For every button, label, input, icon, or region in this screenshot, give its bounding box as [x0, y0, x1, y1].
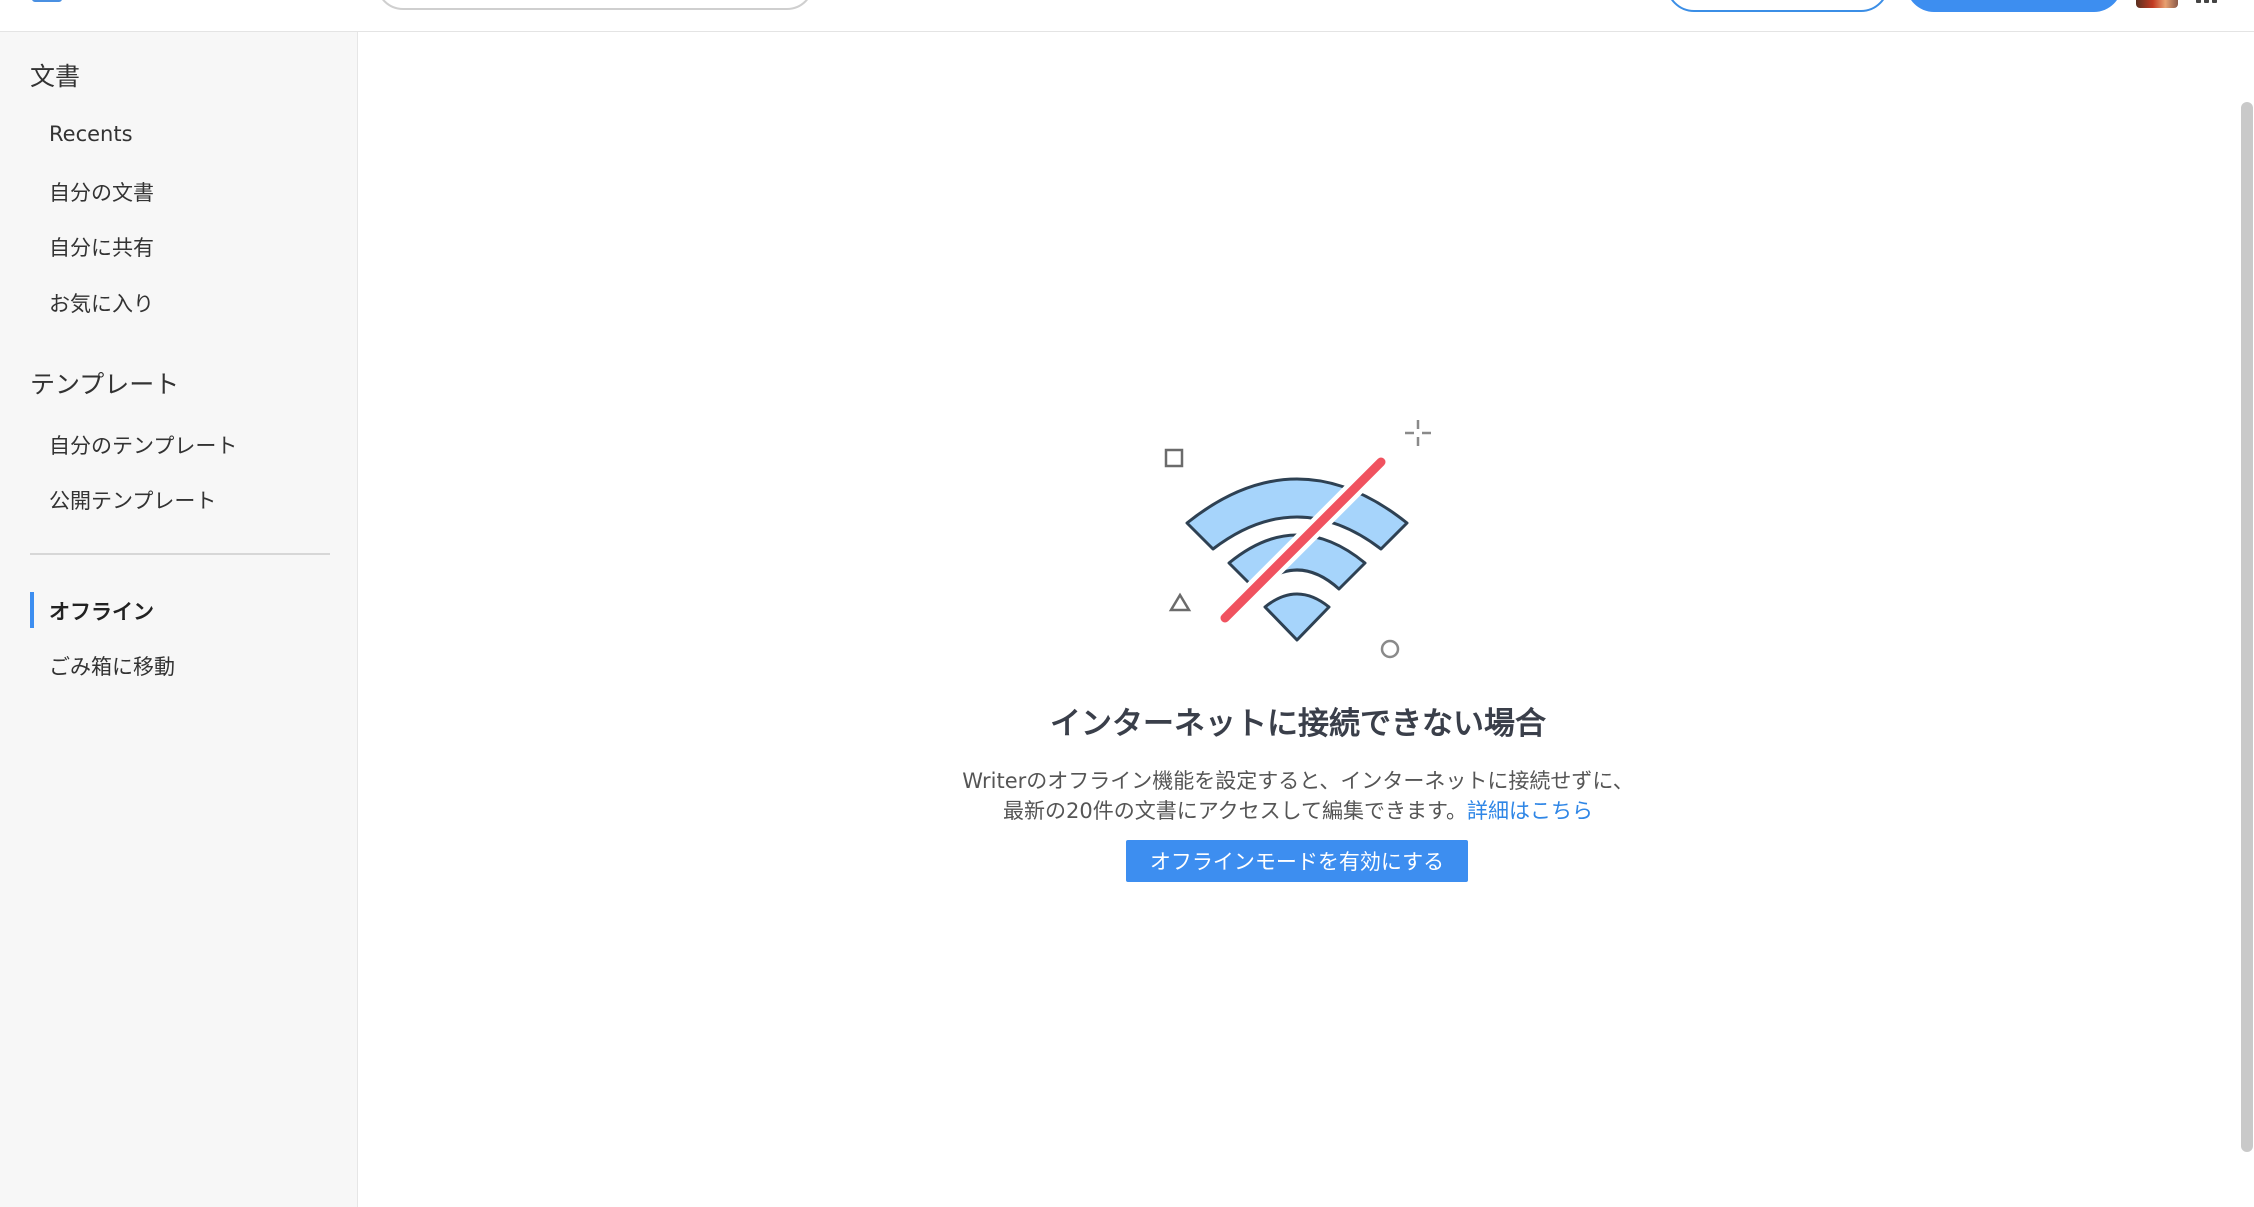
apps-grid-icon[interactable] — [2196, 0, 2220, 6]
sidebar-item-recents[interactable]: Recents — [49, 122, 133, 146]
avatar[interactable] — [2136, 0, 2178, 8]
secondary-action-button[interactable] — [1666, 0, 1889, 12]
circle-decoration-icon — [1380, 639, 1400, 659]
sidebar-item-offline[interactable]: オフライン — [49, 596, 154, 626]
sidebar-item-shared-with-me[interactable]: 自分に共有 — [49, 232, 154, 262]
sidebar-divider — [30, 553, 330, 555]
wifi-off-icon — [1164, 420, 1431, 659]
sidebar-item-trash[interactable]: ごみ箱に移動 — [49, 651, 175, 681]
sidebar-section-templates: テンプレート — [30, 370, 180, 399]
primary-action-button[interactable] — [1906, 0, 2122, 12]
offline-heading: インターネットに接続できない場合 — [1050, 706, 1546, 742]
sidebar-item-public-templates[interactable]: 公開テンプレート — [49, 485, 216, 515]
writer-logo-icon[interactable] — [32, 0, 62, 2]
sidebar-item-favorites[interactable]: お気に入り — [49, 288, 154, 318]
offline-description-line-2: 最新の20件の文書にアクセスして編集できます。詳細はこちら — [858, 795, 1738, 825]
active-indicator — [30, 592, 34, 628]
sidebar-item-my-documents[interactable]: 自分の文書 — [49, 177, 154, 207]
sidebar-item-my-templates[interactable]: 自分のテンプレート — [49, 430, 237, 460]
top-bar — [0, 0, 2254, 32]
sidebar: 文書 Recents 自分の文書 自分に共有 お気に入り テンプレート 自分のテ… — [0, 32, 358, 1207]
offline-description-text: 最新の20件の文書にアクセスして編集できます。 — [1003, 799, 1467, 823]
offline-description-line-1: Writerのオフライン機能を設定すると、インターネットに接続せずに、 — [962, 769, 1634, 793]
sidebar-section-documents: 文書 — [30, 62, 81, 91]
square-decoration-icon — [1164, 448, 1184, 468]
sparkle-decoration-icon — [1405, 420, 1431, 446]
triangle-decoration-icon — [1168, 592, 1192, 612]
enable-offline-mode-button[interactable]: オフラインモードを有効にする — [1126, 840, 1468, 882]
search-input[interactable] — [376, 0, 814, 10]
learn-more-link[interactable]: 詳細はこちら — [1467, 799, 1593, 823]
scrollbar[interactable] — [2241, 102, 2253, 1152]
